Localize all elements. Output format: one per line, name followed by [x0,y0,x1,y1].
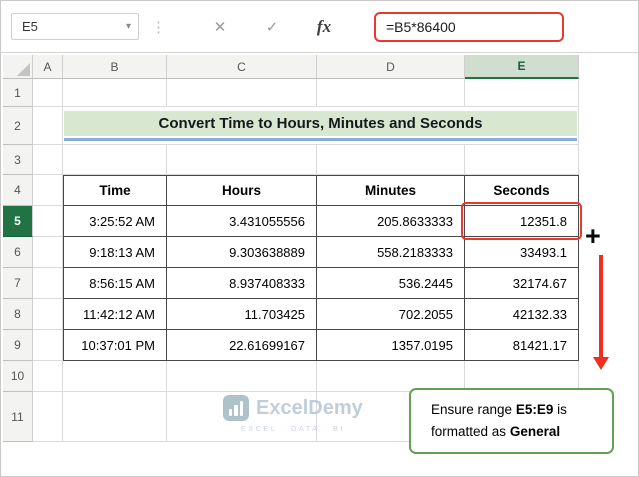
cell-a8[interactable] [33,299,63,330]
row-header-5[interactable]: 5 [3,206,33,237]
row-header-11[interactable]: 11 [3,392,33,442]
column-header-d[interactable]: D [317,55,465,79]
excel-window: E5 ▾ ⋮ ✕ ✓ fx =B5*86400 A B C D E 1 2 Co… [0,0,639,477]
cell-a10[interactable] [33,361,63,392]
cell-a3[interactable] [33,145,63,175]
cell-a11[interactable] [33,392,63,442]
cell-e1[interactable] [465,79,579,107]
cell-a7[interactable] [33,268,63,299]
row-header-7[interactable]: 7 [3,268,33,299]
cell-d8[interactable]: 702.2055 [317,299,465,330]
fill-handle-cursor-icon: + [585,221,601,251]
title-merged-cell-b2-e2[interactable]: Convert Time to Hours, Minutes and Secon… [63,107,579,145]
spreadsheet-grid: A B C D E 1 2 Convert Time to Hours, Min… [3,55,579,442]
cell-a6[interactable] [33,237,63,268]
insert-function-button[interactable]: fx [298,17,350,37]
row-header-6[interactable]: 6 [3,237,33,268]
cell-e9[interactable]: 81421.17 [465,330,579,361]
cell-d6[interactable]: 558.2183333 [317,237,465,268]
title-underline [64,138,577,141]
cell-e6[interactable]: 33493.1 [465,237,579,268]
cell-a1[interactable] [33,79,63,107]
cell-d9[interactable]: 1357.0195 [317,330,465,361]
cell-b8[interactable]: 11:42:12 AM [63,299,167,330]
cell-e5-active-cell[interactable]: 12351.8 [465,206,579,237]
cell-b1[interactable] [63,79,167,107]
row-header-2[interactable]: 2 [3,107,33,145]
name-box-value: E5 [22,19,38,34]
cell-c9[interactable]: 22.61699167 [167,330,317,361]
cell-c7[interactable]: 8.937408333 [167,268,317,299]
formula-bar: E5 ▾ ⋮ ✕ ✓ fx =B5*86400 [1,1,638,53]
cell-d4-minutes-header[interactable]: Minutes [317,175,465,206]
row-header-1[interactable]: 1 [3,79,33,107]
cell-c1[interactable] [167,79,317,107]
cell-d3[interactable] [317,145,465,175]
cell-e3[interactable] [465,145,579,175]
cell-a9[interactable] [33,330,63,361]
row-header-9[interactable]: 9 [3,330,33,361]
callout-note: Ensure range E5:E9 is formatted as Gener… [409,388,614,455]
formula-bar-separator-dots-icon: ⋮ [151,18,166,36]
row-header-4[interactable]: 4 [3,175,33,206]
drag-down-arrow [593,255,609,370]
callout-format-name: General [509,423,561,439]
select-all-corner[interactable] [3,55,33,79]
name-box-dropdown-icon[interactable]: ▾ [126,21,131,32]
callout-range: E5:E9 [515,402,554,417]
row-header-8[interactable]: 8 [3,299,33,330]
cell-a4[interactable] [33,175,63,206]
cell-b11[interactable] [63,392,167,442]
cell-d5[interactable]: 205.8633333 [317,206,465,237]
column-header-a[interactable]: A [33,55,63,79]
cell-c10[interactable] [167,361,317,392]
cell-e8[interactable]: 42132.33 [465,299,579,330]
callout-text-prefix: Ensure range [431,402,513,417]
row-header-3[interactable]: 3 [3,145,33,175]
cancel-button[interactable]: ✕ [194,18,246,36]
column-header-c[interactable]: C [167,55,317,79]
cell-c8[interactable]: 11.703425 [167,299,317,330]
cell-b6[interactable]: 9:18:13 AM [63,237,167,268]
sheet-title: Convert Time to Hours, Minutes and Secon… [64,111,577,136]
cell-c4-hours-header[interactable]: Hours [167,175,317,206]
cell-b10[interactable] [63,361,167,392]
row-header-10[interactable]: 10 [3,361,33,392]
select-all-triangle-icon [17,63,30,76]
name-box[interactable]: E5 ▾ [11,13,139,40]
cell-b7[interactable]: 8:56:15 AM [63,268,167,299]
formula-text: =B5*86400 [386,18,456,35]
cell-e7[interactable]: 32174.67 [465,268,579,299]
enter-button[interactable]: ✓ [246,18,298,36]
cell-c5[interactable]: 3.431055556 [167,206,317,237]
cell-e4-seconds-header[interactable]: Seconds [465,175,579,206]
column-header-e[interactable]: E [465,55,579,79]
cell-a5[interactable] [33,206,63,237]
cell-b3[interactable] [63,145,167,175]
cell-b4-time-header[interactable]: Time [63,175,167,206]
cell-c11[interactable] [167,392,317,442]
cell-d7[interactable]: 536.2445 [317,268,465,299]
cell-c6[interactable]: 9.303638889 [167,237,317,268]
cell-b9[interactable]: 10:37:01 PM [63,330,167,361]
cell-a2[interactable] [33,107,63,145]
cell-c3[interactable] [167,145,317,175]
column-header-b[interactable]: B [63,55,167,79]
cell-b5[interactable]: 3:25:52 AM [63,206,167,237]
cell-d1[interactable] [317,79,465,107]
formula-input[interactable]: =B5*86400 [374,11,564,42]
